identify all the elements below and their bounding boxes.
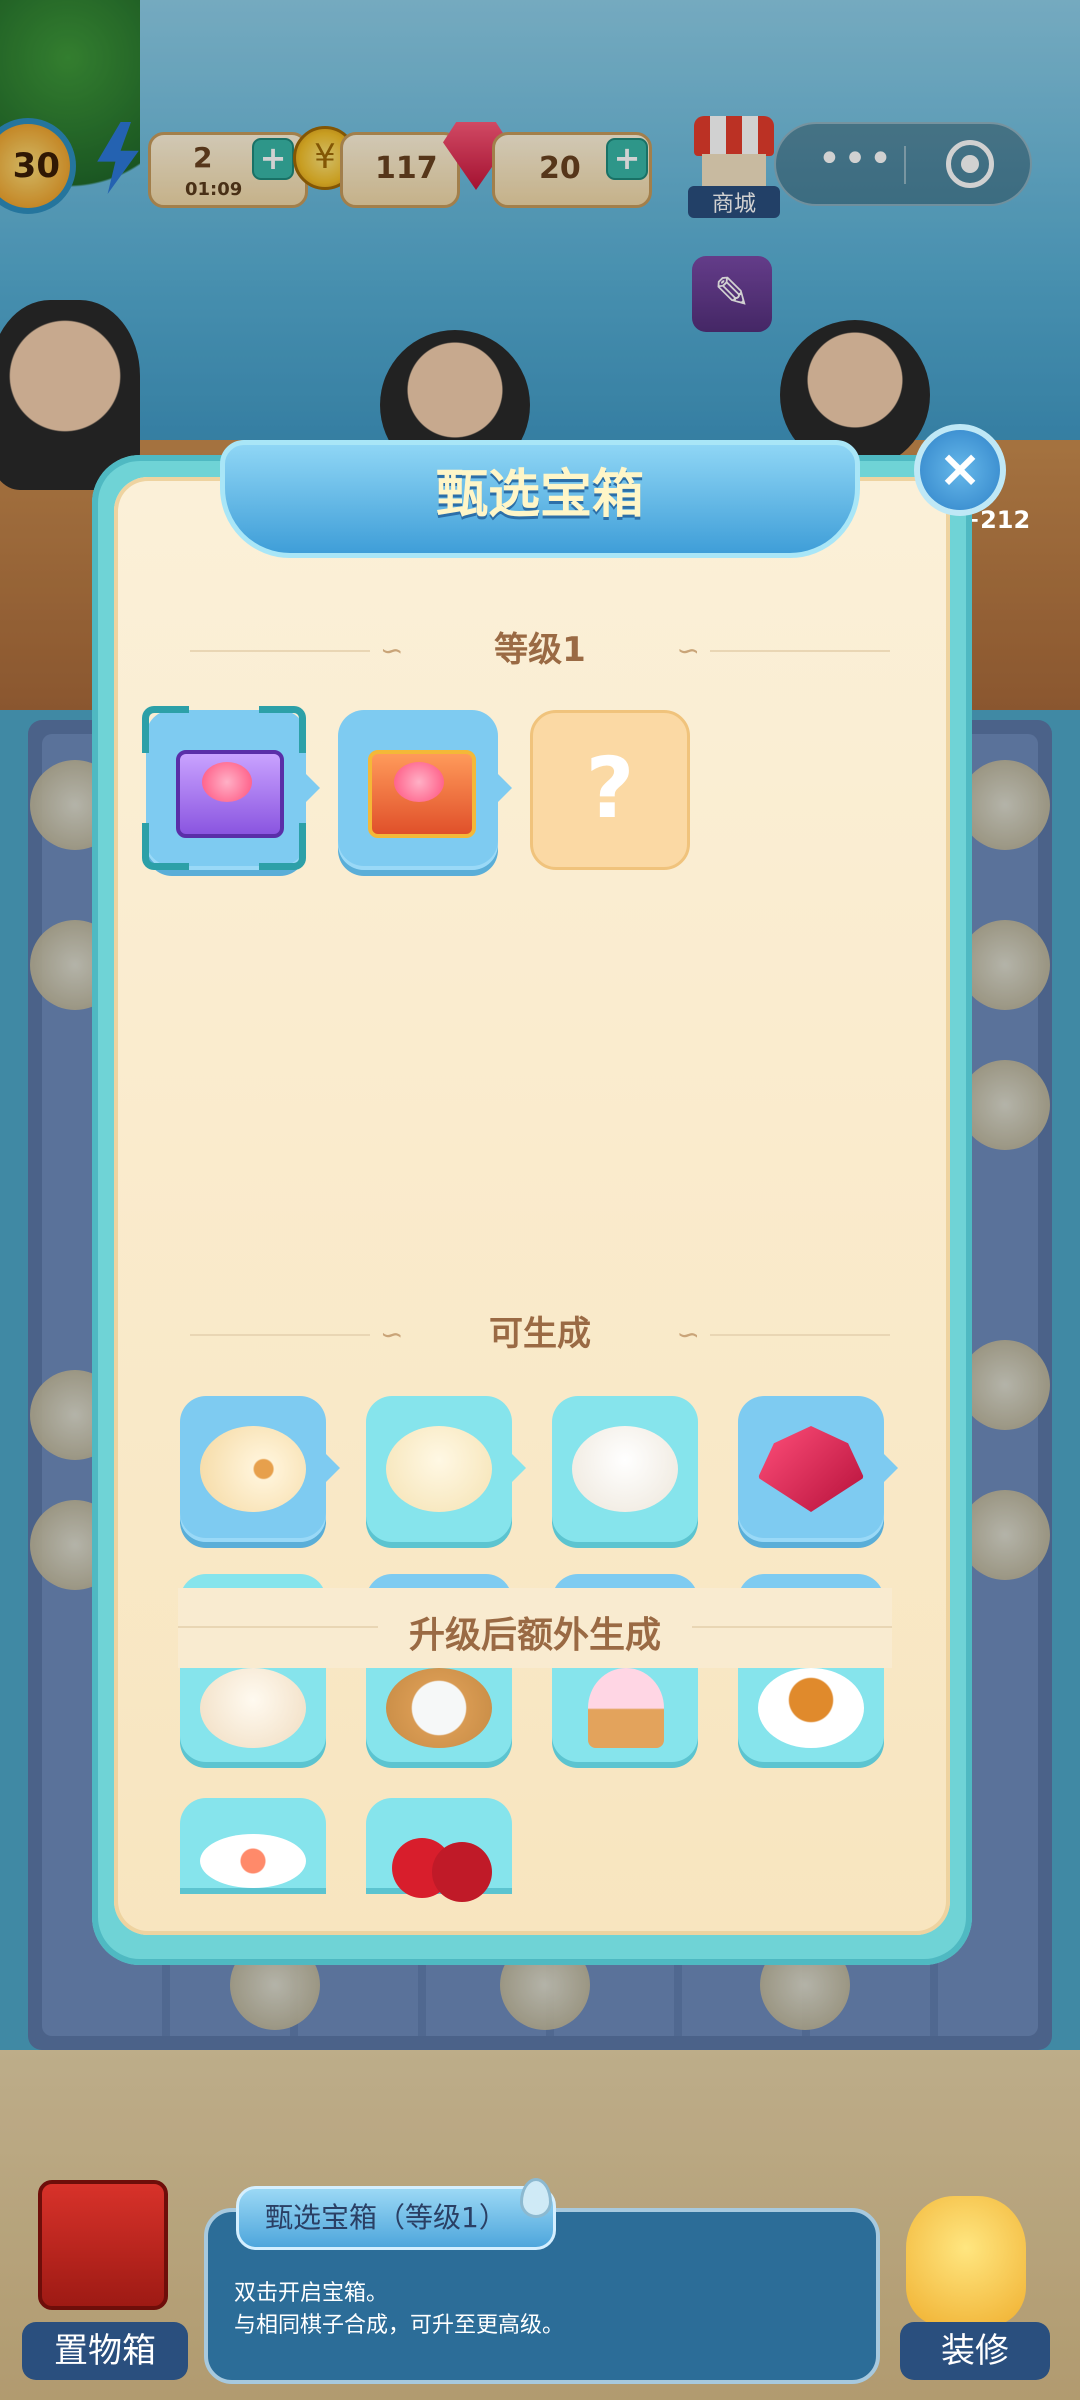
- info-line-2: 与相同棋子合成，可升至更高级。: [234, 2313, 565, 2338]
- storage-box-label[interactable]: 置物箱: [22, 2322, 188, 2380]
- next-arrow-icon: [498, 774, 512, 802]
- chest-level-2-tile[interactable]: [338, 710, 498, 870]
- decorate-icon[interactable]: [906, 2196, 1026, 2326]
- item-info-description: 双击开启宝箱。 与相同棋子合成，可升至更高级。: [234, 2278, 564, 2342]
- question-mark-icon: ?: [585, 739, 635, 837]
- generate-section-header: ∽ 可生成 ∽: [190, 1314, 890, 1354]
- upgrade-section-title: 升级后额外生成: [408, 1615, 661, 1656]
- divider-line: [710, 1334, 890, 1336]
- upgrade-item-tile[interactable]: [366, 1668, 512, 1762]
- droplet-icon: [520, 2178, 552, 2218]
- filled-bun-icon: [200, 1668, 306, 1748]
- swirl-ornament-icon: ∽: [380, 634, 404, 667]
- swirl-ornament-icon: ∽: [676, 1318, 700, 1351]
- ruby-gems-icon: [758, 1426, 864, 1512]
- next-arrow-icon: [512, 1454, 526, 1482]
- close-button[interactable]: ×: [914, 424, 1006, 516]
- generate-section-title: 可生成: [489, 1314, 591, 1354]
- fruit-plate-icon: [200, 1834, 306, 1888]
- info-line-1: 双击开启宝箱。: [234, 2281, 389, 2306]
- generate-item-tile[interactable]: [552, 1396, 698, 1542]
- upgrade-item-tile[interactable]: [180, 1668, 326, 1762]
- level-section-header: ∽ 等级1 ∽: [190, 630, 890, 670]
- generate-item-tile[interactable]: [738, 1396, 884, 1542]
- swirl-ornament-icon: ∽: [676, 634, 700, 667]
- modal-title-ribbon: 甄选宝箱: [220, 440, 860, 558]
- selection-frame: [142, 706, 306, 870]
- gold-treasure-chest-icon: [368, 750, 476, 838]
- modal-title: 甄选宝箱: [435, 465, 644, 525]
- divider-line: [692, 1626, 892, 1628]
- generate-item-tile[interactable]: [366, 1396, 512, 1542]
- swirl-ornament-icon: ∽: [380, 1318, 404, 1351]
- upgrade-item-tile[interactable]: [180, 1798, 326, 1888]
- divider-line: [190, 1334, 370, 1336]
- level-section-title: 等级1: [494, 630, 586, 670]
- upgrade-item-tile[interactable]: [552, 1668, 698, 1762]
- tea-set-icon: [386, 1668, 492, 1748]
- next-arrow-icon: [884, 1454, 898, 1482]
- upgrade-section-header: 升级后额外生成: [178, 1588, 892, 1668]
- generate-item-tile[interactable]: [180, 1396, 326, 1542]
- tea-cup-icon: [758, 1668, 864, 1748]
- sesame-bun-icon: [386, 1426, 492, 1512]
- next-arrow-icon: [326, 1454, 340, 1482]
- cherry-icon: [432, 1842, 492, 1902]
- item-info-title: 甄选宝箱（等级1）: [236, 2186, 556, 2250]
- storage-box-icon[interactable]: [38, 2180, 168, 2310]
- upgrade-item-tile[interactable]: [366, 1798, 512, 1902]
- steamed-bun-icon: [572, 1426, 678, 1512]
- next-arrow-icon: [306, 774, 320, 802]
- decorate-label[interactable]: 装修: [900, 2322, 1050, 2380]
- ice-cream-cone-icon: [588, 1668, 664, 1748]
- upgrade-item-tile[interactable]: [738, 1668, 884, 1762]
- divider-line: [190, 650, 370, 652]
- divider-line: [710, 650, 890, 652]
- swirl-roll-icon: [200, 1426, 306, 1512]
- chest-level-3-unknown-tile[interactable]: ?: [530, 710, 690, 870]
